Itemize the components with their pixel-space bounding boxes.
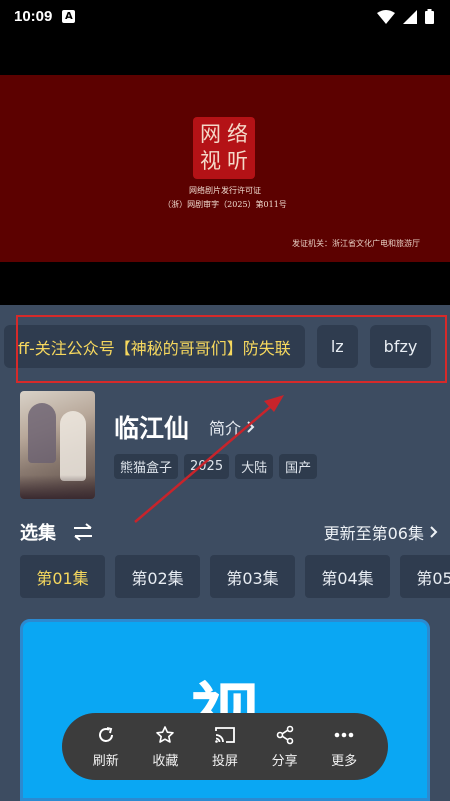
chevron-right-icon xyxy=(247,421,255,433)
more-icon xyxy=(334,732,354,737)
seal-char: 络 xyxy=(227,122,248,146)
episode-button[interactable]: 第03集 xyxy=(210,555,295,598)
floating-toolbar: 刷新 收藏 投屏 分享 更多 xyxy=(62,713,388,780)
episode-button[interactable]: 第01集 xyxy=(20,555,105,598)
source-chip[interactable]: bfzy xyxy=(369,325,432,368)
favorite-label: 收藏 xyxy=(152,753,179,769)
episode-list: 第01集 第02集 第03集 第04集 第05集 xyxy=(20,555,450,599)
status-icons xyxy=(377,9,434,24)
episodes-updated-text: 更新至第06集 xyxy=(323,524,424,543)
favorite-button[interactable]: 收藏 xyxy=(140,725,190,769)
episodes-header: 选集 更新至第06集 xyxy=(20,519,438,545)
refresh-icon xyxy=(98,726,113,742)
share-icon xyxy=(276,725,293,744)
cast-icon xyxy=(215,726,235,743)
intro-label: 简介 xyxy=(209,419,242,438)
wifi-icon xyxy=(377,9,395,24)
license-number: （浙）网剧审字（2025）第011号 xyxy=(163,200,287,209)
source-chip[interactable]: lz xyxy=(316,325,358,368)
cast-button[interactable]: 投屏 xyxy=(200,725,250,769)
seal-char: 网 xyxy=(200,122,221,146)
source-list: ff-关注公众号【神秘的哥哥们】防失联 lz bfzy xyxy=(0,325,450,369)
poster-image[interactable] xyxy=(20,391,95,499)
tag-year: 2025 xyxy=(184,454,230,479)
signal-icon xyxy=(403,9,417,24)
tag-source: 熊猫盒子 xyxy=(114,454,179,479)
seal-char: 听 xyxy=(227,149,248,173)
episode-button[interactable]: 第04集 xyxy=(305,555,390,598)
refresh-label: 刷新 xyxy=(92,753,119,769)
source-chip[interactable]: ff-关注公众号【神秘的哥哥们】防失联 xyxy=(4,325,305,368)
intro-link[interactable]: 简介 xyxy=(209,415,255,439)
show-title: 临江仙 xyxy=(114,414,190,443)
license-title: 网络剧片发行许可证 xyxy=(189,186,261,195)
more-label: 更多 xyxy=(331,753,358,769)
star-icon xyxy=(156,725,175,743)
poster-figure xyxy=(28,403,56,463)
episodes-updated-link[interactable]: 更新至第06集 xyxy=(324,520,438,544)
refresh-button[interactable]: 刷新 xyxy=(81,725,131,769)
license-issuer: 发证机关：浙江省文化广电和旅游厅 xyxy=(292,239,420,248)
poster-shade xyxy=(20,475,95,499)
chevron-right-icon xyxy=(430,526,438,538)
tag-list: 熊猫盒子 2025 大陆 国产 xyxy=(114,454,318,479)
status-bar: 10:09 A xyxy=(0,0,450,33)
tag-category: 国产 xyxy=(279,454,318,479)
sort-swap-icon[interactable] xyxy=(72,523,94,541)
status-time: 10:09 xyxy=(14,8,53,25)
license-seal: 网 络 视 听 xyxy=(193,117,255,179)
video-player[interactable]: 网 络 视 听 网络剧片发行许可证 （浙）网剧审字（2025）第011号 发证机… xyxy=(0,33,450,305)
share-button[interactable]: 分享 xyxy=(260,725,310,769)
cast-label: 投屏 xyxy=(211,753,238,769)
tag-region: 大陆 xyxy=(235,454,274,479)
more-button[interactable]: 更多 xyxy=(319,725,369,769)
seal-char: 视 xyxy=(200,149,221,173)
episode-button[interactable]: 第02集 xyxy=(115,555,200,598)
episodes-label: 选集 xyxy=(20,523,56,544)
episode-button[interactable]: 第05集 xyxy=(400,555,450,598)
poster-figure xyxy=(60,411,86,481)
battery-icon xyxy=(425,9,434,24)
notification-icon: A xyxy=(62,10,76,23)
share-label: 分享 xyxy=(271,753,298,769)
